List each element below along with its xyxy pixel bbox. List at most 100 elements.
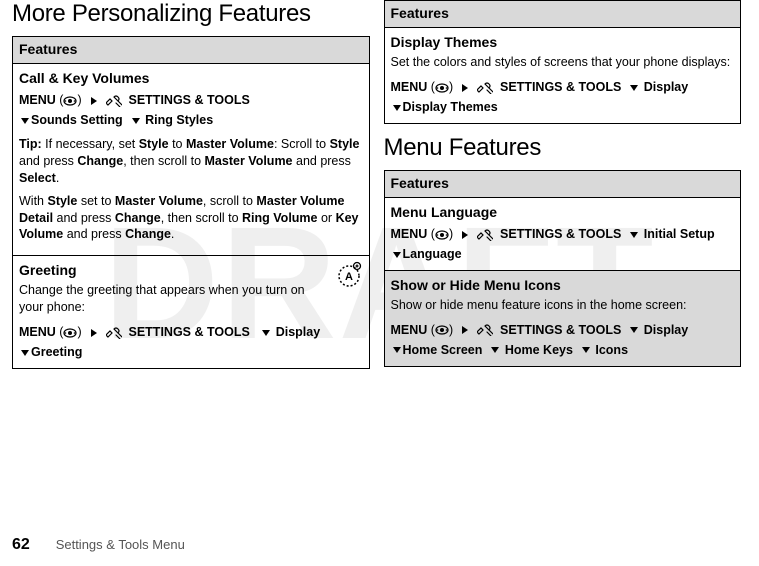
table-header: Features	[13, 37, 370, 64]
footer-text: Settings & Tools Menu	[56, 537, 185, 552]
row-title: Call & Key Volumes	[19, 70, 363, 86]
table-row: Show or Hide Menu Icons Show or hide men…	[384, 270, 741, 366]
text: , scroll to	[203, 194, 257, 208]
arrow-right-icon	[462, 231, 468, 239]
menu-path: MENU () SETTINGS & TOOLS Display Display…	[391, 77, 735, 117]
path-keys-label: Home Keys	[505, 343, 573, 357]
ui-term: Change	[115, 211, 161, 225]
path-display-label: Display	[644, 80, 688, 94]
ui-term: Style	[330, 137, 360, 151]
text: If necessary, set	[42, 137, 139, 151]
center-key-icon	[63, 328, 77, 338]
text: , then scroll to	[161, 211, 242, 225]
ui-term: Change	[77, 154, 123, 168]
menu-path: MENU () SETTINGS & TOOLS Display Home Sc…	[391, 320, 735, 360]
path-display-label: Display	[276, 325, 320, 339]
settings-tools-icon	[477, 229, 493, 241]
text: : Scroll to	[274, 137, 330, 151]
ui-term: Style	[139, 137, 169, 151]
settings-tools-icon	[106, 327, 122, 339]
text: to	[169, 137, 186, 151]
arrow-down-icon	[262, 330, 270, 336]
path-ring-label: Ring Styles	[145, 113, 213, 127]
paragraph: Change the greeting that appears when yo…	[19, 282, 363, 316]
ui-term: Master Volume	[115, 194, 203, 208]
arrow-down-icon	[630, 232, 638, 238]
path-sounds-label: Sounds Setting	[31, 113, 123, 127]
text: and press	[19, 154, 77, 168]
text: .	[56, 171, 59, 185]
path-icons-label: Icons	[595, 343, 628, 357]
text: and press	[293, 154, 351, 168]
section-heading-menu-features: Menu Features	[384, 134, 742, 162]
features-table-right-bottom: Features Menu Language MENU () SETTINGS …	[384, 170, 742, 367]
path-greeting-label: Greeting	[31, 345, 82, 359]
path-menu-label: MENU	[391, 80, 428, 94]
path-menu-label: MENU	[19, 325, 56, 339]
path-home-label: Home Screen	[403, 343, 483, 357]
table-row: A Greeting Change the greeting that appe…	[13, 256, 370, 369]
arrow-right-icon	[462, 84, 468, 92]
arrow-down-icon	[630, 85, 638, 91]
text: .	[171, 227, 174, 241]
text: set to	[77, 194, 115, 208]
tip-paragraph: Tip: If necessary, set Style to Master V…	[19, 136, 363, 187]
center-key-icon	[435, 83, 449, 93]
paragraph: Show or hide menu feature icons in the h…	[391, 297, 735, 314]
accessibility-icon: A	[335, 260, 363, 288]
path-menu-label: MENU	[391, 323, 428, 337]
settings-tools-icon	[477, 82, 493, 94]
row-title: Menu Language	[391, 204, 735, 220]
table-header: Features	[384, 1, 741, 28]
arrow-right-icon	[91, 97, 97, 105]
page-number: 62	[12, 536, 30, 553]
path-display-label: Display	[644, 323, 688, 337]
text: and press	[53, 211, 115, 225]
arrow-down-icon	[393, 347, 401, 353]
tip-label: Tip:	[19, 137, 42, 151]
ui-term: Style	[47, 194, 77, 208]
ui-term: Master Volume	[186, 137, 274, 151]
path-settings-label: SETTINGS & TOOLS	[500, 227, 621, 241]
row-title: Show or Hide Menu Icons	[391, 277, 735, 293]
text: , then scroll to	[123, 154, 204, 168]
arrow-right-icon	[462, 326, 468, 334]
settings-tools-icon	[106, 95, 122, 107]
path-initial-label: Initial Setup	[644, 227, 715, 241]
arrow-down-icon	[393, 105, 401, 111]
text: and press	[63, 227, 125, 241]
path-menu-label: MENU	[19, 93, 56, 107]
path-settings-label: SETTINGS & TOOLS	[500, 80, 621, 94]
menu-path: MENU () SETTINGS & TOOLS Initial Setup L…	[391, 224, 735, 264]
center-key-icon	[435, 325, 449, 335]
features-table-left: Features Call & Key Volumes MENU () SETT…	[12, 36, 370, 369]
settings-tools-icon	[477, 324, 493, 336]
path-menu-label: MENU	[391, 227, 428, 241]
path-settings-label: SETTINGS & TOOLS	[500, 323, 621, 337]
arrow-down-icon	[21, 118, 29, 124]
arrow-down-icon	[21, 350, 29, 356]
svg-text:A: A	[345, 271, 353, 283]
arrow-down-icon	[132, 118, 140, 124]
arrow-right-icon	[91, 329, 97, 337]
text: or	[318, 211, 336, 225]
features-table-right-top: Features Display Themes Set the colors a…	[384, 0, 742, 124]
path-language-label: Language	[403, 247, 462, 261]
path-settings-label: SETTINGS & TOOLS	[129, 325, 250, 339]
menu-path: MENU () SETTINGS & TOOLS Sounds Setting …	[19, 90, 363, 130]
ui-term: Master Volume	[205, 154, 293, 168]
section-heading-personalizing: More Personalizing Features	[12, 0, 370, 28]
table-header: Features	[384, 170, 741, 197]
table-row: Menu Language MENU () SETTINGS & TOOLS I…	[384, 197, 741, 270]
arrow-down-icon	[393, 252, 401, 258]
path-settings-label: SETTINGS & TOOLS	[129, 93, 250, 107]
arrow-down-icon	[582, 347, 590, 353]
table-row: Display Themes Set the colors and styles…	[384, 28, 741, 124]
row-title: Greeting	[19, 262, 363, 278]
page-footer: 62 Settings & Tools Menu	[12, 536, 185, 554]
paragraph: Set the colors and styles of screens tha…	[391, 54, 735, 71]
center-key-icon	[63, 96, 77, 106]
menu-path: MENU () SETTINGS & TOOLS Display Greetin…	[19, 322, 363, 362]
row-title: Display Themes	[391, 34, 735, 50]
right-column: Features Display Themes Set the colors a…	[384, 0, 742, 520]
